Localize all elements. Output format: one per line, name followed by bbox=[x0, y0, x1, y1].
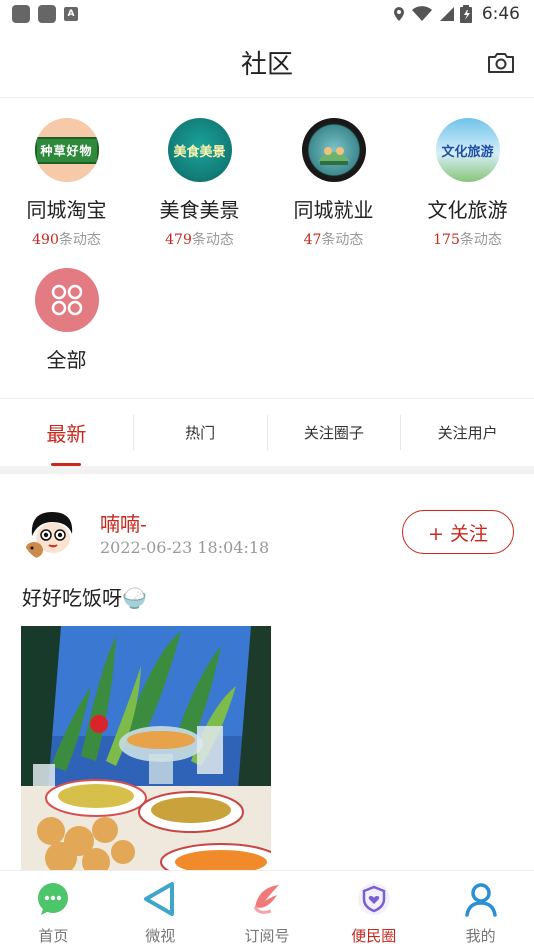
tab-latest[interactable]: 最新 bbox=[0, 399, 133, 466]
category-name: 全部 bbox=[46, 348, 87, 372]
nav-label: 订阅号 bbox=[244, 927, 290, 945]
category-count: 175条动态 bbox=[433, 232, 502, 248]
nav-micro-video[interactable]: 微视 bbox=[107, 871, 214, 950]
category-name: 文化旅游 bbox=[427, 198, 508, 222]
category-icon: 文化旅游 bbox=[435, 118, 500, 182]
chat-bubble-icon bbox=[33, 879, 73, 919]
nav-label: 我的 bbox=[465, 927, 496, 945]
notification-icon bbox=[12, 5, 30, 23]
post-timestamp: 2022-06-23 18:04:18 bbox=[100, 538, 270, 557]
shield-heart-icon bbox=[354, 879, 394, 919]
category-count: 479条动态 bbox=[165, 232, 234, 248]
category-wenhua-lvyou[interactable]: 文化旅游 文化旅游 175条动态 bbox=[401, 118, 534, 249]
app-header: 社区 bbox=[0, 28, 534, 98]
category-icon bbox=[301, 118, 366, 182]
nav-label: 微视 bbox=[145, 927, 176, 945]
category-icon: 美食美景 bbox=[167, 118, 232, 182]
feather-icon bbox=[247, 879, 287, 919]
post-image[interactable] bbox=[21, 626, 271, 876]
divider bbox=[0, 466, 534, 474]
clock: 6:46 bbox=[481, 4, 520, 24]
notification-a-icon: A bbox=[64, 7, 78, 21]
tab-hot[interactable]: 热门 bbox=[134, 399, 267, 466]
category-all-icon bbox=[34, 268, 99, 332]
nav-subscriptions[interactable]: 订阅号 bbox=[214, 871, 321, 950]
category-icon-text: 种草好物 bbox=[34, 136, 99, 164]
play-icon bbox=[140, 879, 180, 919]
post-username[interactable]: 喃喃- bbox=[100, 508, 147, 537]
page-title: 社区 bbox=[240, 50, 293, 80]
category-name: 美食美景 bbox=[159, 198, 240, 222]
battery-icon bbox=[459, 5, 472, 23]
tab-following-circles[interactable]: 关注圈子 bbox=[268, 399, 401, 466]
nav-community[interactable]: 便民圈 bbox=[320, 871, 427, 950]
notification-icon bbox=[38, 5, 56, 23]
nav-home[interactable]: 首页 bbox=[0, 871, 107, 950]
category-icon-text: 美食美景 bbox=[173, 144, 226, 160]
post-text: 好好吃饭呀🍚 bbox=[22, 586, 147, 610]
category-icon: 种草好物 bbox=[34, 118, 99, 182]
wifi-icon bbox=[411, 6, 432, 21]
category-tongcheng-jiuye[interactable]: 同城就业 47条动态 bbox=[267, 118, 400, 249]
camera-button[interactable] bbox=[486, 50, 516, 76]
nav-profile[interactable]: 我的 bbox=[427, 871, 534, 950]
category-meishi-meijing[interactable]: 美食美景 美食美景 479条动态 bbox=[133, 118, 266, 249]
user-icon bbox=[461, 879, 501, 919]
nav-label: 首页 bbox=[38, 927, 69, 945]
category-count: 490条动态 bbox=[32, 232, 101, 248]
category-tongcheng-taobao[interactable]: 种草好物 同城淘宝 490条动态 bbox=[0, 118, 133, 249]
feed-tabs: 最新 热门 关注圈子 关注用户 bbox=[0, 398, 534, 466]
bottom-nav: 首页 微视 订阅号 便民圈 我的 bbox=[0, 870, 534, 950]
category-name: 同城就业 bbox=[293, 198, 374, 222]
follow-button[interactable]: + 关注 bbox=[402, 510, 514, 554]
signal-icon bbox=[439, 7, 454, 21]
avatar[interactable] bbox=[22, 504, 80, 562]
tab-following-users[interactable]: 关注用户 bbox=[401, 399, 534, 466]
category-name: 同城淘宝 bbox=[26, 198, 107, 222]
category-icon-text: 文化旅游 bbox=[441, 144, 494, 160]
nav-label: 便民圈 bbox=[351, 927, 397, 945]
camera-icon bbox=[488, 53, 514, 73]
status-bar: A 6:46 bbox=[0, 0, 534, 28]
location-icon bbox=[393, 7, 404, 21]
category-count: 47条动态 bbox=[303, 232, 364, 248]
category-all[interactable]: 全部 bbox=[0, 268, 133, 373]
